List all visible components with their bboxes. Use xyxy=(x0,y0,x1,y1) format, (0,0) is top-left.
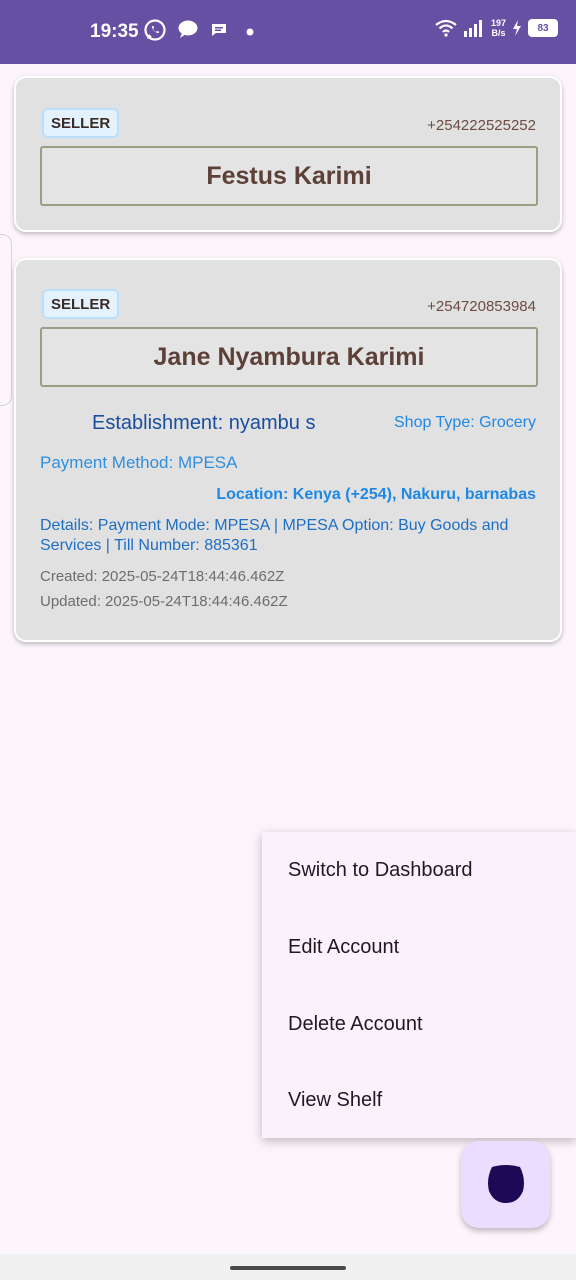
location-label: Location: Kenya (+254), Nakuru, barnabas xyxy=(216,486,536,503)
menu-item-edit-account[interactable]: Edit Account xyxy=(288,936,399,959)
shop-type-label: Shop Type: Grocery xyxy=(394,414,536,431)
net-speed-value: 197 xyxy=(490,18,506,28)
status-right: 197 B/s 83 xyxy=(435,18,558,38)
dot-icon xyxy=(246,28,254,36)
status-bar: 19:35 197 B/s 83 xyxy=(0,0,576,64)
menu-item-switch-dashboard[interactable]: Switch to Dashboard xyxy=(288,859,473,882)
seller-badge: SELLER xyxy=(42,289,120,319)
net-speed-unit: B/s xyxy=(491,28,506,38)
updated-timestamp: Updated: 2025-05-24T18:44:46.462Z xyxy=(40,593,288,610)
seller-card[interactable]: SELLER +254222525252 Festus Karimi xyxy=(14,76,562,232)
wifi-icon xyxy=(435,19,457,37)
charging-icon xyxy=(513,20,521,36)
menu-item-delete-account[interactable]: Delete Account xyxy=(288,1013,423,1036)
payment-method-label: Payment Method: MPESA xyxy=(40,453,238,472)
blob-icon xyxy=(488,1165,524,1203)
floating-action-button[interactable] xyxy=(461,1141,550,1228)
whatsapp-icon xyxy=(144,19,166,41)
seller-badge: SELLER xyxy=(42,108,120,138)
seller-card[interactable]: SELLER +254720853984 Jane Nyambura Karim… xyxy=(14,258,562,642)
menu-item-view-shelf[interactable]: View Shelf xyxy=(288,1089,382,1112)
net-speed: 197 B/s xyxy=(491,18,506,38)
seller-phone: +254222525252 xyxy=(427,117,536,134)
created-timestamp: Created: 2025-05-24T18:44:46.462Z xyxy=(40,568,285,585)
seller-phone: +254720853984 xyxy=(427,298,536,315)
establishment-label: Establishment: nyambu s xyxy=(92,412,316,434)
system-nav-bar xyxy=(0,1254,576,1280)
side-edge-handle[interactable] xyxy=(0,234,12,406)
details-label: Details: Payment Mode: MPESA | MPESA Opt… xyxy=(40,517,509,554)
message-icon xyxy=(212,24,226,36)
seller-name: Jane Nyambura Karimi xyxy=(40,327,538,387)
signal-icon xyxy=(463,20,482,37)
status-time: 19:35 xyxy=(90,21,139,42)
chat-bubble-icon xyxy=(178,20,198,38)
context-menu: Switch to Dashboard Edit Account Delete … xyxy=(262,832,576,1138)
battery-level: 83 xyxy=(537,22,549,34)
battery-icon: 83 xyxy=(528,19,558,37)
home-gesture-handle[interactable] xyxy=(230,1266,346,1270)
seller-name: Festus Karimi xyxy=(40,146,538,206)
